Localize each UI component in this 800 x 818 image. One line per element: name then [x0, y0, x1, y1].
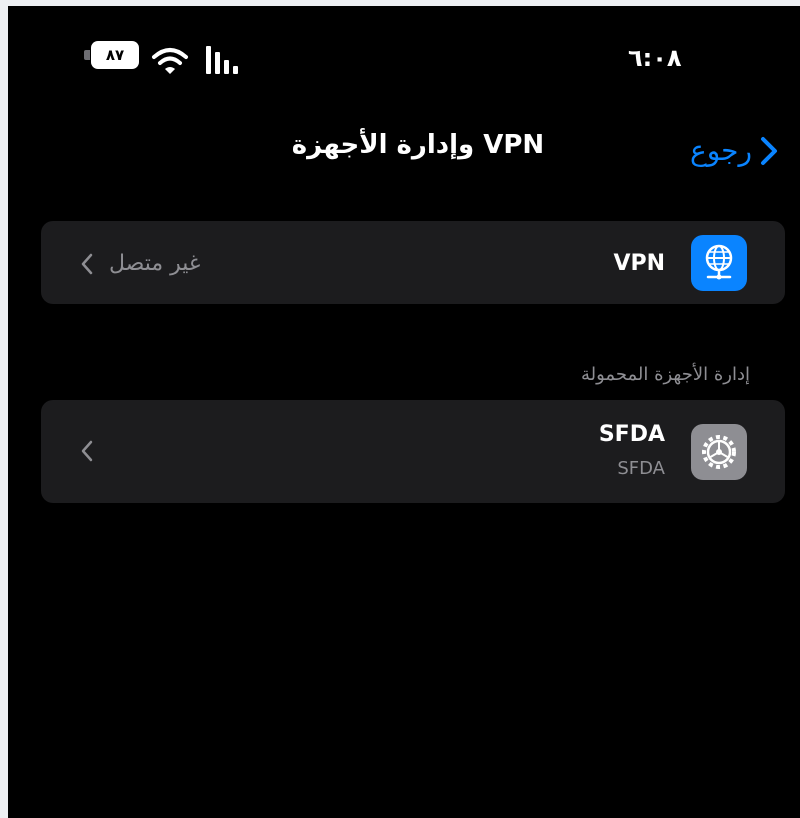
signal-bar [233, 66, 238, 74]
vpn-row[interactable]: VPN غير متصل [41, 221, 785, 304]
globe-network-icon [691, 235, 747, 291]
back-label: رجوع [690, 134, 753, 167]
vpn-status: غير متصل [109, 251, 201, 276]
battery-icon: ٨٧ [84, 41, 139, 69]
gear-icon [691, 424, 747, 480]
profile-title: SFDA [598, 422, 665, 447]
chevron-right-icon [761, 136, 778, 165]
cellular-signal-icon [206, 46, 238, 74]
battery-cap [84, 50, 90, 60]
chevron-left-icon [81, 253, 93, 275]
page-title: VPN وإدارة الأجهزة [291, 130, 545, 160]
signal-bar [224, 60, 229, 74]
back-button[interactable]: رجوع [690, 134, 778, 167]
section-header-device-management: إدارة الأجهزة المحمولة [581, 364, 750, 385]
chevron-left-icon [81, 440, 93, 462]
signal-bar [215, 52, 220, 74]
profile-row-sfda[interactable]: SFDA SFDA [41, 400, 785, 503]
vpn-label: VPN [613, 251, 665, 276]
status-time: ٦:٠٨ [628, 44, 682, 72]
phone-screen: ٨٧ ٦:٠٨ رجوع VPN وإدارة الأجهزة VPN غير … [8, 6, 800, 818]
profile-subtitle: SFDA [617, 458, 665, 479]
wifi-icon [152, 48, 188, 74]
signal-bar [206, 46, 211, 74]
battery-level: ٨٧ [91, 41, 139, 69]
